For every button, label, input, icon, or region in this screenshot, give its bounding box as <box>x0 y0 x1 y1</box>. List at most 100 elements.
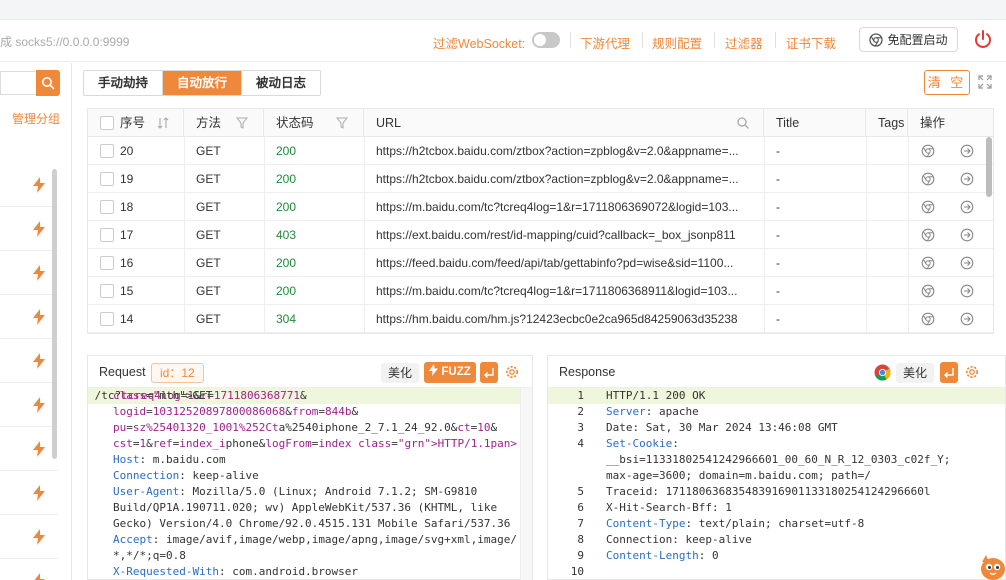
beautify-button[interactable]: 美化 <box>381 363 419 383</box>
sort-icon[interactable] <box>156 116 170 130</box>
request-header: Request id：12 美化 FUZZ <box>88 356 532 388</box>
arrow-right-circle-icon[interactable] <box>960 284 974 298</box>
arrow-right-circle-icon[interactable] <box>960 144 974 158</box>
chrome-icon[interactable] <box>921 200 935 214</box>
request-id-badge: id：12 <box>151 363 204 383</box>
websocket-filter-toggle[interactable] <box>532 32 560 48</box>
gear-icon[interactable] <box>964 364 980 380</box>
table-row[interactable]: 20 GET 200 https://h2tcbox.baidu.com/ztbox?… <box>88 137 993 165</box>
row-title: - <box>776 284 780 298</box>
chrome-icon[interactable] <box>921 172 935 186</box>
response-title: Response <box>559 365 616 379</box>
group-item[interactable] <box>0 515 58 559</box>
group-item[interactable] <box>0 559 58 580</box>
arrow-right-circle-icon[interactable] <box>960 228 974 242</box>
mascot-icon[interactable] <box>976 552 1006 580</box>
header-url: URL <box>364 109 764 137</box>
row-checkbox[interactable] <box>100 172 114 186</box>
row-url: https://hm.baidu.com/hm.js?12423ecbc0e2c… <box>376 312 738 326</box>
group-list <box>0 163 58 580</box>
chrome-icon[interactable] <box>921 256 935 270</box>
group-search-input[interactable] <box>0 71 36 95</box>
chrome-icon[interactable] <box>921 228 935 242</box>
row-method: GET <box>196 312 221 326</box>
group-item[interactable] <box>0 163 58 207</box>
row-id: 16 <box>120 256 134 270</box>
row-checkbox[interactable] <box>100 256 114 270</box>
table-row[interactable]: 14 GET 304 https://hm.baidu.com/hm.js?12423… <box>88 305 993 333</box>
row-id: 14 <box>120 312 134 326</box>
lightning-icon <box>429 364 439 376</box>
tab-auto-release[interactable]: 自动放行 <box>163 71 243 95</box>
header-status: 状态码 <box>264 109 364 137</box>
arrow-right-circle-icon[interactable] <box>960 200 974 214</box>
row-title: - <box>776 172 780 186</box>
response-pane: Response 美化 1 HTTP/1.1 200 OK 2 Server: apa… <box>547 355 1006 580</box>
group-item[interactable] <box>0 295 58 339</box>
group-item[interactable] <box>0 207 58 251</box>
group-sidebar: 管理分组 <box>0 63 72 580</box>
downstream-proxy-link[interactable]: 下游代理 <box>580 33 630 52</box>
config-free-start-button[interactable]: 免配置启动 <box>859 27 958 52</box>
arrow-right-circle-icon[interactable] <box>960 256 974 270</box>
cert-download-link[interactable]: 证书下载 <box>786 33 836 52</box>
table-row[interactable]: 19 GET 200 https://h2tcbox.baidu.com/ztbox?… <box>88 165 993 193</box>
response-line: 4 Set-Cookie: <box>548 436 1005 452</box>
chrome-icon[interactable] <box>874 364 891 381</box>
select-all-checkbox[interactable] <box>100 116 114 130</box>
row-checkbox[interactable] <box>100 200 114 214</box>
send-button[interactable] <box>480 362 498 383</box>
chrome-icon[interactable] <box>921 284 935 298</box>
group-item[interactable] <box>0 471 58 515</box>
table-row[interactable]: 16 GET 200 https://feed.baidu.com/feed/api/… <box>88 249 993 277</box>
line-number: 1 <box>577 389 584 402</box>
group-item[interactable] <box>0 383 58 427</box>
row-checkbox[interactable] <box>100 284 114 298</box>
table-row[interactable]: 17 GET 403 https://ext.baidu.com/rest/id-ma… <box>88 221 993 249</box>
chrome-icon[interactable] <box>921 144 935 158</box>
proxy-address: 成 socks5://0.0.0.0:9999 <box>0 35 130 49</box>
row-status: 200 <box>276 256 297 270</box>
filter-icon[interactable] <box>236 117 248 129</box>
table-row[interactable]: 15 GET 200 https://m.baidu.com/tc?tcreq4log… <box>88 277 993 305</box>
filter-link[interactable]: 过滤器 <box>725 33 763 52</box>
request-line: X-Requested-With: com.android.browser <box>113 565 359 578</box>
fuzz-button[interactable]: FUZZ <box>424 362 476 383</box>
group-search-button[interactable] <box>36 70 60 96</box>
tab-manual-intercept[interactable]: 手动劫持 <box>84 71 164 95</box>
sidebar-scrollbar[interactable] <box>52 169 57 459</box>
manage-group-link[interactable]: 管理分组 <box>12 110 60 127</box>
row-checkbox[interactable] <box>100 312 114 326</box>
group-item[interactable] <box>0 427 58 471</box>
group-item[interactable] <box>0 339 58 383</box>
row-status: 200 <box>276 172 297 186</box>
power-icon[interactable] <box>973 29 993 49</box>
arrow-right-circle-icon[interactable] <box>960 312 974 326</box>
response-body[interactable]: 1 HTTP/1.1 200 OK 2 Server: apache 3 Date: Sa… <box>548 388 1005 579</box>
beautify-button[interactable]: 美化 <box>896 363 934 383</box>
lightning-icon <box>33 353 45 369</box>
arrow-right-circle-icon[interactable] <box>960 172 974 186</box>
filter-icon[interactable] <box>336 117 348 129</box>
send-button[interactable] <box>940 362 958 383</box>
toggle-knob <box>534 34 546 46</box>
gear-icon[interactable] <box>504 364 520 380</box>
request-scrollbar[interactable] <box>520 388 532 580</box>
group-item[interactable] <box>0 251 58 295</box>
row-status: 200 <box>276 144 297 158</box>
row-checkbox[interactable] <box>100 144 114 158</box>
traffic-table: 序号 方法 状态码 URL Title Tags 操作 20 GET 200 h… <box>87 108 994 334</box>
search-icon[interactable] <box>736 116 750 130</box>
clear-button[interactable]: 清 空 <box>924 70 970 95</box>
start-button-label: 免配置启动 <box>887 33 948 47</box>
tab-passive-log[interactable]: 被动日志 <box>242 71 321 95</box>
rule-config-link[interactable]: 规则配置 <box>652 33 702 52</box>
request-body[interactable]: class="mth">GET /tc?tcreq4log=1&r=171180… <box>88 388 532 579</box>
line-number: 7 <box>577 517 584 530</box>
row-id: 18 <box>120 200 134 214</box>
row-checkbox[interactable] <box>100 228 114 242</box>
table-row[interactable]: 18 GET 200 https://m.baidu.com/tc?tcreq4log… <box>88 193 993 221</box>
chrome-icon[interactable] <box>921 312 935 326</box>
expand-icon[interactable] <box>978 75 992 89</box>
table-scrollbar[interactable] <box>986 137 992 197</box>
